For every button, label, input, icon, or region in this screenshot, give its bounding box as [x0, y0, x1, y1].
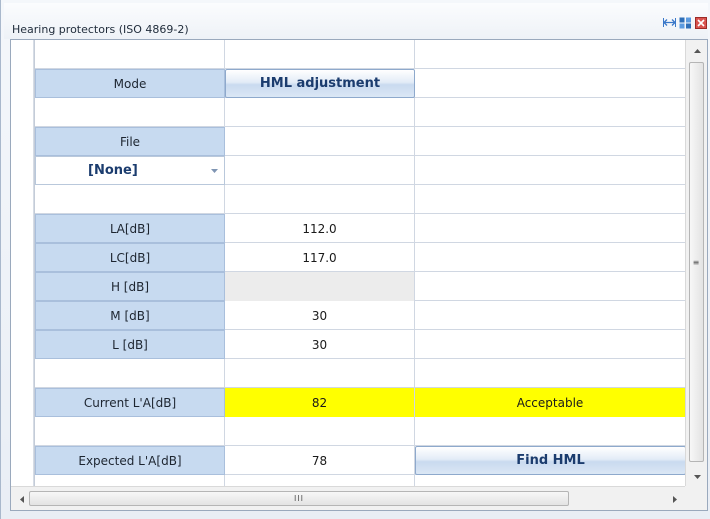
- horizontal-scrollbar[interactable]: III: [11, 486, 686, 510]
- file-dropdown[interactable]: [None]: [35, 156, 225, 185]
- lc-label: LC [dB]: [35, 243, 225, 272]
- table-row: [35, 359, 686, 388]
- la-value[interactable]: 112.0: [225, 214, 415, 243]
- table-row: [35, 40, 686, 69]
- mode-label: Mode: [35, 69, 225, 98]
- title-bar-icons: [662, 16, 708, 29]
- expected-la-label: Expected L' A [dB]: [35, 446, 225, 475]
- file-dropdown-value: [None]: [88, 163, 138, 178]
- table-row-current: Current L' A [dB] 82 Acceptable: [35, 388, 686, 417]
- status-badge: Acceptable: [415, 388, 686, 417]
- current-la-value: 82: [225, 388, 415, 417]
- table-row: [35, 98, 686, 127]
- horizontal-grip: III: [293, 494, 305, 503]
- window-frame: Hearing protectors (ISO 4869-2) Mode HML…: [0, 0, 710, 519]
- current-la-label: Current L' A [dB]: [35, 388, 225, 417]
- table-row: [35, 475, 686, 486]
- chevron-down-icon[interactable]: [204, 159, 224, 183]
- table-row-expected: Expected L' A [dB] 78 Find HML: [35, 446, 686, 475]
- vertical-grip: ≡: [692, 257, 701, 267]
- table-row-h: H [dB]: [35, 272, 686, 301]
- file-label: File: [35, 127, 225, 156]
- table-row: [35, 417, 686, 446]
- scrollbar-corner: [685, 486, 707, 510]
- row-header-column: [11, 40, 35, 486]
- table-row-m: M [dB] 30: [35, 301, 686, 330]
- expected-la-value[interactable]: 78: [225, 446, 415, 475]
- property-grid: Mode HML adjustment File [None] L A [dB]…: [11, 40, 686, 486]
- title-bar: Hearing protectors (ISO 4869-2): [4, 3, 708, 39]
- lc-value[interactable]: 117.0: [225, 243, 415, 272]
- scroll-down-icon[interactable]: [686, 468, 708, 486]
- close-icon[interactable]: [694, 16, 708, 29]
- table-row: [35, 185, 686, 214]
- l-label: L [dB]: [35, 330, 225, 359]
- vertical-scrollbar[interactable]: ≡: [685, 40, 707, 486]
- m-value[interactable]: 30: [225, 301, 415, 330]
- m-label: M [dB]: [35, 301, 225, 330]
- table-row-file-select: [None]: [35, 156, 686, 185]
- fit-width-icon[interactable]: [662, 16, 676, 29]
- scroll-right-icon[interactable]: [666, 490, 684, 508]
- horizontal-scroll-thumb[interactable]: III: [29, 491, 569, 506]
- table-row-l: L [dB] 30: [35, 330, 686, 359]
- hml-adjustment-button[interactable]: HML adjustment: [225, 69, 415, 98]
- table-row-lc: LC [dB] 117.0: [35, 243, 686, 272]
- window-title: Hearing protectors (ISO 4869-2): [12, 23, 189, 36]
- table-row-la: LA [dB] 112.0: [35, 214, 686, 243]
- h-label: H [dB]: [35, 272, 225, 301]
- table-row-file: File: [35, 127, 686, 156]
- h-value: [225, 272, 415, 301]
- l-value[interactable]: 30: [225, 330, 415, 359]
- scroll-up-icon[interactable]: [686, 42, 708, 60]
- find-hml-button[interactable]: Find HML: [415, 446, 686, 475]
- vertical-scroll-thumb[interactable]: ≡: [689, 62, 704, 462]
- property-grid-panel: Mode HML adjustment File [None] L A [dB]…: [10, 39, 708, 511]
- tile-icon[interactable]: [678, 16, 692, 29]
- la-label: LA [dB]: [35, 214, 225, 243]
- table-row-mode: Mode HML adjustment: [35, 69, 686, 98]
